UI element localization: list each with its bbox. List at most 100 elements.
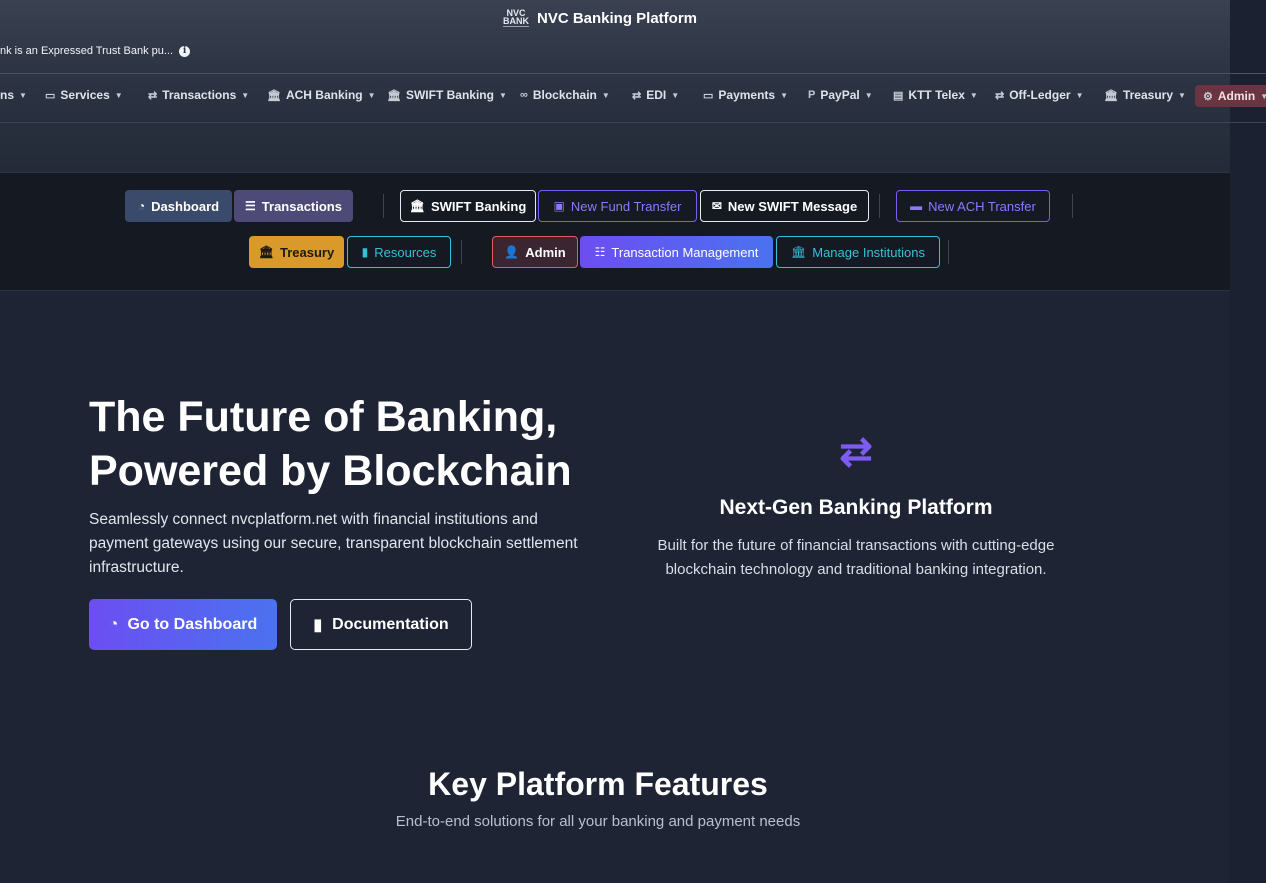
link-icon: ∞ [520, 89, 528, 101]
caret-down-icon: ▼ [1178, 90, 1186, 100]
caret-down-icon: ▼ [367, 90, 376, 100]
menu-item-swift-banking[interactable]: 🏛 SWIFT Banking ▼ [387, 88, 507, 102]
treasury-label: Treasury [280, 244, 335, 260]
divider [948, 240, 949, 264]
menu-item-payments[interactable]: ▭ Payments ▼ [703, 88, 788, 102]
caret-down-icon: ▼ [1075, 90, 1084, 100]
menu-item-blockchain[interactable]: ∞ Blockchain ▼ [520, 88, 610, 102]
treasury-button[interactable]: 🏛 Treasury [249, 236, 344, 268]
menu-item-label: Admin [1217, 89, 1256, 103]
new-swift-message-label: New SWIFT Message [727, 198, 858, 214]
menu-item-label: SWIFT Banking [405, 88, 494, 102]
resources-button[interactable]: ▮ Resources [347, 236, 451, 268]
menu-item-label: KTT Telex [908, 88, 965, 102]
transactions-label: Transactions [261, 198, 342, 214]
book-icon: ▮ [361, 245, 369, 259]
divider [461, 240, 462, 264]
book-icon: ▮ [313, 616, 323, 634]
next-gen-text: Built for the future of financial transa… [657, 537, 1055, 578]
info-icon[interactable]: i [179, 45, 191, 57]
menu-item-label: ACH Banking [285, 88, 363, 102]
menu-item-label: ns [0, 88, 15, 102]
dashboard-button[interactable]: ◔ Dashboard [125, 190, 232, 222]
dashboard-label: Dashboard [151, 198, 220, 214]
swift-banking-button[interactable]: 🏛 SWIFT Banking [400, 190, 536, 222]
menu-item-truncated[interactable]: ns ▼ [0, 88, 27, 102]
admin-label: Admin [525, 244, 566, 260]
announcement-ticker: nk is an Expressed Trust Bank pu... i [0, 45, 191, 57]
brand-title: NVC Banking Platform [536, 9, 698, 27]
menu-item-label: Off-Ledger [1009, 88, 1071, 102]
go-to-dashboard-button[interactable]: ◔ Go to Dashboard [89, 599, 277, 650]
menu-item-paypal[interactable]: P PayPal ▼ [808, 88, 873, 102]
menu-item-label: Services [60, 88, 110, 102]
gear-icon: ⚙ [1203, 90, 1213, 103]
bank-icon: 🏛 [409, 199, 425, 213]
brand[interactable]: NVC BANK NVC Banking Platform [0, 9, 1200, 27]
id-card-icon: ▭ [45, 89, 56, 102]
caret-down-icon: ▼ [1260, 91, 1266, 101]
exchange-icon: ⇄ [148, 89, 158, 102]
menu-item-admin[interactable]: ⚙ Admin ▼ [1195, 85, 1266, 107]
envelope-icon: ✉ [711, 199, 722, 213]
list-check-icon: ☷ [594, 245, 606, 259]
bank-icon: 🏛 [387, 89, 401, 102]
quick-actions-bar: ◔ Dashboard ☰ Transactions 🏛 SWIFT Banking … [0, 172, 1230, 291]
caret-down-icon: ▼ [601, 90, 610, 100]
divider [1072, 194, 1073, 218]
id-card-icon: ▭ [703, 89, 714, 102]
list-icon: ☰ [245, 199, 256, 213]
new-swift-message-button[interactable]: ✉ New SWIFT Message [700, 190, 869, 222]
divider [383, 194, 384, 218]
divider [879, 194, 880, 218]
transactions-button[interactable]: ☰ Transactions [234, 190, 353, 222]
caret-down-icon: ▼ [864, 90, 873, 100]
card-icon: ▬ [910, 199, 923, 213]
menu-item-transactions[interactable]: ⇄ Transactions ▼ [148, 88, 249, 102]
ticker-text: nk is an Expressed Trust Bank pu... [0, 45, 174, 57]
admin-button[interactable]: 👤 Admin [492, 236, 578, 268]
menu-item-label: Blockchain [532, 88, 597, 102]
gauge-icon: ◔ [108, 615, 119, 633]
transaction-management-button[interactable]: ☷ Transaction Management [580, 236, 773, 268]
menu-item-off-ledger[interactable]: ⇄ Off-Ledger ▼ [995, 88, 1083, 102]
menu-item-label: EDI [646, 88, 667, 102]
next-gen-card: ⇄ Next-Gen Banking Platform Built for th… [640, 430, 1072, 582]
hero-lead: Seamlessly connect nvcplatform.net with … [89, 511, 578, 576]
bank-icon: 🏛 [267, 89, 281, 102]
menu-item-ach-banking[interactable]: 🏛 ACH Banking ▼ [267, 88, 376, 102]
caret-down-icon: ▼ [780, 90, 789, 100]
documentation-label: Documentation [332, 615, 449, 633]
menu-item-edi[interactable]: ⇄ EDI ▼ [632, 88, 679, 102]
new-fund-transfer-label: New Fund Transfer [570, 198, 682, 214]
new-ach-transfer-button[interactable]: ▬ New ACH Transfer [896, 190, 1050, 222]
manage-institutions-label: Manage Institutions [812, 244, 925, 260]
documentation-button[interactable]: ▮ Documentation [290, 599, 472, 650]
caret-down-icon: ▼ [241, 90, 250, 100]
caret-down-icon: ▼ [114, 90, 123, 100]
menu-item-services[interactable]: ▭ Services ▼ [45, 88, 123, 102]
features-title: Key Platform Features [428, 766, 768, 802]
caret-down-icon: ▼ [969, 90, 978, 100]
menu-item-label: Transactions [162, 88, 237, 102]
bank-icon: 🏛 [791, 245, 807, 259]
menu-item-label: PayPal [820, 88, 860, 102]
new-ach-transfer-label: New ACH Transfer [928, 198, 1036, 214]
caret-down-icon: ▼ [498, 90, 507, 100]
main-menu: ns ▼ ▭ Services ▼ ⇄ Transactions ▼ 🏛 ACH Banki… [0, 73, 1266, 123]
exchange-icon: ⇄ [839, 430, 873, 474]
exchange-icon: ⇄ [632, 89, 642, 102]
user-gear-icon: 👤 [504, 245, 520, 259]
page-scrollbar-area[interactable] [1230, 0, 1266, 883]
menu-item-treasury[interactable]: 🏛 Treasury ▼ [1104, 88, 1186, 102]
menu-item-ktt-telex[interactable]: ▤ KTT Telex ▼ [893, 88, 978, 102]
exchange-icon: ⇄ [995, 89, 1005, 102]
features-subtitle: End-to-end solutions for all your bankin… [395, 813, 801, 830]
manage-institutions-button[interactable]: 🏛 Manage Institutions [776, 236, 940, 268]
paypal-icon: P [808, 89, 816, 101]
menu-item-label: Treasury [1122, 88, 1174, 102]
swift-banking-label: SWIFT Banking [430, 198, 527, 214]
bank-icon: 🏛 [1104, 89, 1118, 102]
fax-icon: ▤ [893, 89, 904, 102]
new-fund-transfer-button[interactable]: ▣ New Fund Transfer [538, 190, 697, 222]
